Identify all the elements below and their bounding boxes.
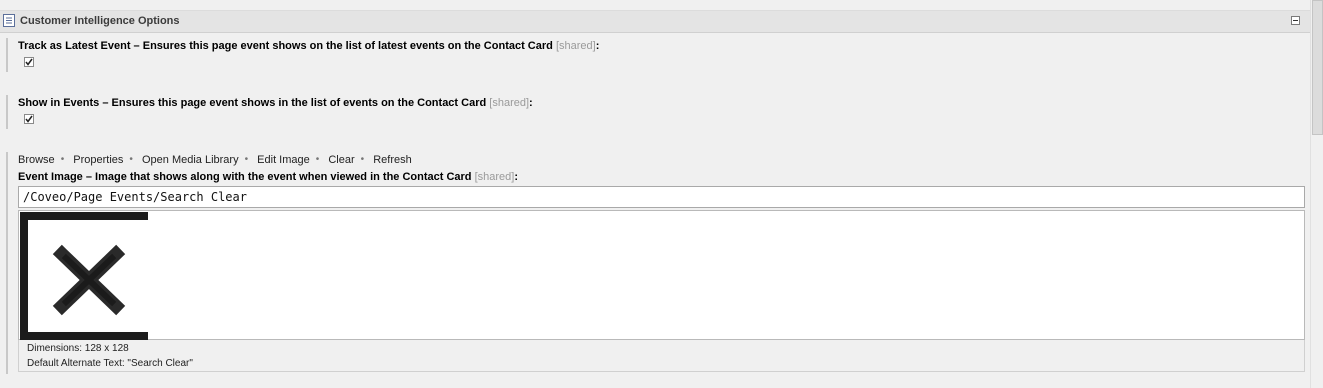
label-colon: : (595, 40, 600, 52)
field-label: Show in Events – Ensures this page event… (18, 97, 487, 109)
vertical-scrollbar[interactable] (1310, 0, 1323, 388)
properties-link[interactable]: Properties (73, 154, 123, 166)
clear-link[interactable]: Clear (328, 154, 354, 166)
field-show-in-events: Show in Events – Ensures this page event… (6, 95, 1308, 129)
shared-tag: [shared] (555, 40, 596, 52)
image-dimensions: Dimensions: 128 x 128 (27, 343, 129, 354)
scrollbar-thumb[interactable] (1312, 0, 1323, 135)
shared-tag: [shared] (489, 97, 530, 109)
image-thumbnail (20, 212, 148, 340)
label-colon: : (514, 171, 519, 183)
field-label: Track as Latest Event – Ensures this pag… (18, 40, 553, 52)
image-toolbar: Browse • Properties • Open Media Library • … (18, 154, 412, 166)
x-close-icon (52, 244, 126, 316)
open-media-library-link[interactable]: Open Media Library (142, 154, 239, 166)
document-icon (3, 14, 16, 28)
section-title: Customer Intelligence Options (20, 15, 180, 27)
field-track-latest-event: Track as Latest Event – Ensures this pag… (6, 38, 1308, 72)
field-label: Event Image – Image that shows along wit… (18, 171, 472, 183)
show-in-events-checkbox[interactable] (24, 114, 34, 124)
edit-image-link[interactable]: Edit Image (257, 154, 310, 166)
image-alt-text: Default Alternate Text: "Search Clear" (27, 358, 193, 369)
shared-tag: [shared] (474, 171, 515, 183)
section-header[interactable]: Customer Intelligence Options (0, 11, 1310, 33)
top-strip (0, 0, 1310, 11)
refresh-link[interactable]: Refresh (373, 154, 412, 166)
track-latest-event-checkbox[interactable] (24, 57, 34, 67)
collapse-icon[interactable] (1291, 16, 1300, 25)
image-preview[interactable] (18, 210, 1305, 340)
browse-link[interactable]: Browse (18, 154, 55, 166)
image-path-field[interactable]: /Coveo/Page Events/Search Clear (18, 186, 1305, 208)
image-info: Dimensions: 128 x 128 Default Alternate … (18, 340, 1305, 372)
label-colon: : (529, 97, 533, 109)
